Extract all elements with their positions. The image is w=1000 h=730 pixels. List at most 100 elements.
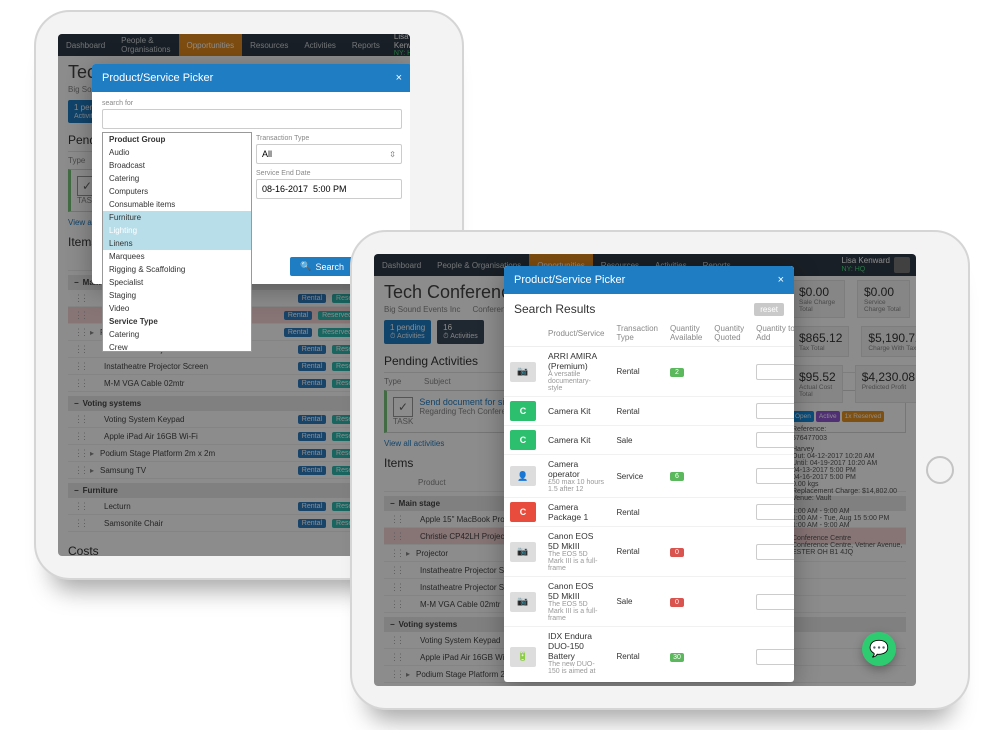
drag-handle-icon[interactable] <box>74 501 84 511</box>
quantity-input[interactable] <box>756 364 794 380</box>
drag-handle-icon[interactable] <box>74 327 84 337</box>
result-row[interactable]: 👤Camera operator£50 max 10 hours 1.5 aft… <box>504 455 794 498</box>
dropdown-option[interactable]: Staging <box>103 289 251 302</box>
close-icon[interactable]: × <box>396 72 402 84</box>
drag-handle-icon[interactable] <box>74 431 84 441</box>
view-all-activities[interactable]: View all activities <box>384 439 444 448</box>
dropdown-option[interactable]: Marquees <box>103 250 251 263</box>
results-title: Search Results <box>514 302 595 316</box>
drag-handle-icon[interactable] <box>74 293 84 303</box>
dropdown-option[interactable]: Consumable items <box>103 198 251 211</box>
collapse-icon[interactable]: − <box>74 399 79 408</box>
quantity-input[interactable] <box>756 504 794 520</box>
expand-icon[interactable]: ▸ <box>406 549 410 558</box>
dropdown-option[interactable]: Crew <box>103 341 251 352</box>
result-row[interactable]: CCamera Package 1Rental <box>504 498 794 527</box>
user-location: NY: HQ <box>394 50 410 57</box>
quantity-input[interactable] <box>756 649 794 665</box>
search-input[interactable] <box>102 109 402 129</box>
quantity-input[interactable] <box>756 544 794 560</box>
dropdown-option[interactable]: Video <box>103 302 251 315</box>
chat-fab[interactable]: 💬 <box>862 632 896 666</box>
drag-handle-icon[interactable] <box>390 531 400 541</box>
drag-handle-icon[interactable] <box>390 635 400 645</box>
collapse-icon[interactable]: − <box>390 620 395 629</box>
group-dropdown[interactable]: Product GroupAudioBroadcastCateringCompu… <box>102 132 252 352</box>
drag-handle-icon[interactable] <box>390 599 400 609</box>
collapse-icon[interactable]: − <box>390 499 395 508</box>
result-row[interactable]: CCamera KitSale <box>504 426 794 455</box>
tablet-right: Dashboard People & Organisations Opportu… <box>350 230 970 710</box>
drag-handle-icon[interactable] <box>390 548 400 558</box>
dropdown-option: Product Group <box>103 133 251 146</box>
dropdown-option[interactable]: Rigging & Scaffolding <box>103 263 251 276</box>
status-badges: OpenActive1x Reserved <box>792 411 910 422</box>
nav-reports[interactable]: Reports <box>344 34 388 56</box>
user-menu[interactable]: Lisa Kenward NY: HQ <box>388 34 410 57</box>
expand-icon[interactable]: ▸ <box>90 328 94 337</box>
dropdown-option[interactable]: Broadcast <box>103 159 251 172</box>
quantity-input[interactable] <box>756 594 794 610</box>
nav-dashboard[interactable]: Dashboard <box>374 254 429 276</box>
dropdown-option[interactable]: Specialist <box>103 276 251 289</box>
quantity-input[interactable] <box>756 403 794 419</box>
drag-handle-icon[interactable] <box>74 518 84 528</box>
collapse-icon[interactable]: − <box>74 278 79 287</box>
drag-handle-icon[interactable] <box>74 448 84 458</box>
pending-pill[interactable]: 1 pending⏱ Activities <box>384 320 431 344</box>
result-row[interactable]: CCamera KitRental <box>504 397 794 426</box>
nav-dashboard[interactable]: Dashboard <box>58 34 113 56</box>
dropdown-option[interactable]: Computers <box>103 185 251 198</box>
search-button[interactable]: 🔍 Search <box>290 257 354 276</box>
dropdown-option[interactable]: Audio <box>103 146 251 159</box>
nav-people[interactable]: People & Organisations <box>113 34 178 56</box>
quantity-input[interactable] <box>756 432 794 448</box>
nav-resources[interactable]: Resources <box>242 34 296 56</box>
product-thumb-icon: 📷 <box>510 542 536 562</box>
result-row[interactable]: 📷Canon EOS 5D MkIIIThe EOS 5D Mark III i… <box>504 527 794 577</box>
expand-icon[interactable]: ▸ <box>90 466 94 475</box>
ttype-select[interactable] <box>256 144 402 164</box>
user-menu[interactable]: Lisa Kenward NY: HQ <box>836 257 916 273</box>
expand-icon[interactable]: ▸ <box>406 670 410 679</box>
drag-handle-icon[interactable] <box>390 669 400 679</box>
dropdown-option: Service Type <box>103 315 251 328</box>
drag-handle-icon[interactable] <box>74 414 84 424</box>
dropdown-option[interactable]: Furniture <box>103 211 251 224</box>
top-nav: Dashboard People & Organisations Opportu… <box>58 34 410 56</box>
product-thumb-icon: C <box>510 430 536 450</box>
collapse-icon[interactable]: − <box>74 486 79 495</box>
dropdown-option[interactable]: Catering <box>103 328 251 341</box>
drag-handle-icon[interactable] <box>74 310 84 320</box>
modal-title: Product/Service Picker <box>514 274 625 286</box>
task-checkbox-icon[interactable]: ✓ <box>393 397 413 417</box>
nav-opportunities[interactable]: Opportunities <box>179 34 243 56</box>
close-icon[interactable]: × <box>778 274 784 286</box>
user-name: Lisa Kenward <box>394 34 410 50</box>
result-row[interactable]: 📷Canon EOS 5D MkIIIThe EOS 5D Mark III i… <box>504 577 794 627</box>
results-table: Product/Service Transaction Type Quantit… <box>504 320 794 674</box>
drag-handle-icon[interactable] <box>74 361 84 371</box>
product-thumb-icon: 📷 <box>510 592 536 612</box>
activities-pill[interactable]: 16⏱ Activities <box>437 320 484 344</box>
enddate-input[interactable] <box>256 179 402 199</box>
dropdown-option[interactable]: Catering <box>103 172 251 185</box>
modal-title: Product/Service Picker <box>102 72 213 84</box>
dropdown-option[interactable]: Lighting <box>103 224 251 237</box>
home-button[interactable] <box>926 456 954 484</box>
dropdown-option[interactable]: Linens <box>103 237 251 250</box>
result-row[interactable]: 🔋IDX Endura DUO-150 BatteryThe new DUO-1… <box>504 627 794 675</box>
result-row[interactable]: 📷ARRI AMIRA (Premium)A versatile documen… <box>504 347 794 397</box>
drag-handle-icon[interactable] <box>390 514 400 524</box>
drag-handle-icon[interactable] <box>74 344 84 354</box>
drag-handle-icon[interactable] <box>74 465 84 475</box>
expand-icon[interactable]: ▸ <box>90 449 94 458</box>
drag-handle-icon[interactable] <box>390 565 400 575</box>
drag-handle-icon[interactable] <box>74 378 84 388</box>
reset-button[interactable]: reset <box>754 303 784 316</box>
drag-handle-icon[interactable] <box>390 582 400 592</box>
item-row[interactable]: ▸ Samsung TV <box>384 683 906 686</box>
drag-handle-icon[interactable] <box>390 652 400 662</box>
nav-activities[interactable]: Activities <box>296 34 344 56</box>
quantity-input[interactable] <box>756 468 794 484</box>
